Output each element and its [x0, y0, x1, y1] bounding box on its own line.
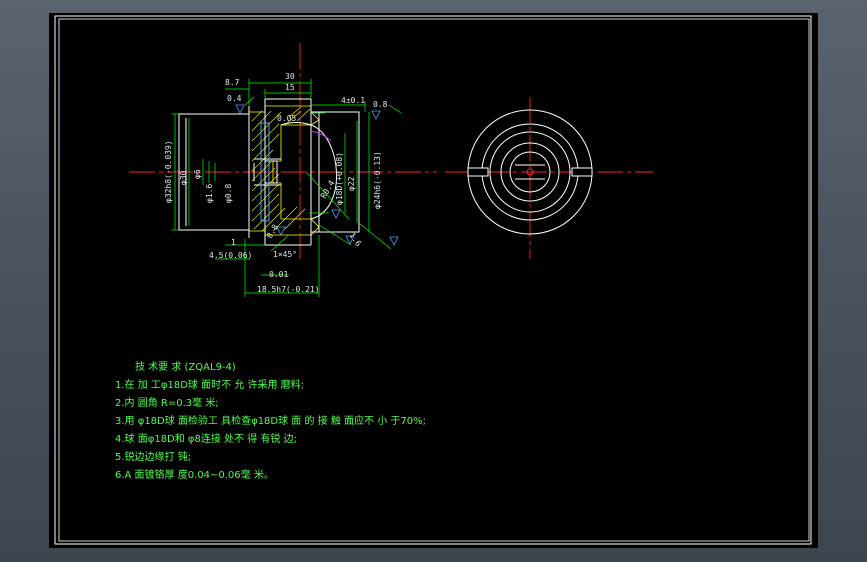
note-item-2: 2.内 圆角 R=0.3毫 米;: [115, 398, 219, 409]
hatch-region: [248, 105, 320, 236]
dim-top-small: 8.7: [225, 78, 240, 87]
note-item-6: 6.A 面镀铬厚 度0.04~0.06毫 米。: [115, 470, 274, 481]
dim-dia18: φ18D(+0.08): [335, 152, 344, 205]
dim-flat: 0.05: [277, 114, 296, 123]
note-item-5: 5.锐边边缘打 钝;: [115, 452, 192, 463]
dim-r18: 1.6: [347, 231, 363, 248]
dim-step: 4±0.1: [341, 96, 365, 105]
dim-dia08: φ0.8: [224, 184, 233, 203]
drawing-sheet: 30 15 8.7 4±0.1 0.4 0.8 0.05 φ32h8(-0.03…: [49, 13, 818, 548]
dim-dia6: φ6: [193, 169, 202, 179]
dim-left-step: 4.5(0.06): [209, 251, 252, 260]
dim-top-total: 30: [285, 72, 295, 81]
dim-one: 1: [231, 238, 236, 247]
dim-dia30: φ30: [179, 170, 188, 185]
dim-dia16: φ1.6: [205, 184, 214, 203]
note-item-4: 4.球 面φ18D和 φ8连接 处不 得 有锐 边;: [115, 434, 297, 445]
end-view: [445, 97, 653, 259]
dim-dia24: φ24h6(-0.13): [373, 151, 382, 209]
dim-flat2: 0.01: [269, 270, 288, 279]
dim-r04: R0.4: [319, 179, 337, 200]
dim-top-inner: 15: [285, 83, 295, 92]
notes-title: 技 术要 求 (ZQAL9-4): [135, 362, 236, 373]
dim-chamfer: 1×45°: [273, 250, 297, 259]
technical-requirements: 技 术要 求 (ZQAL9-4) 1.在 加 工φ18D球 面时不 允 许采用 …: [115, 359, 426, 485]
dim-dia22: φ22: [347, 176, 356, 191]
rough-left: 0.4: [227, 94, 242, 103]
dim-dia32: φ32h8(-0.039): [164, 140, 173, 203]
dim-length: 18.5h7(-0.21): [257, 285, 320, 294]
rough-right: 0.8: [373, 100, 388, 109]
note-item-1: 1.在 加 工φ18D球 面时不 允 许采用 磨料;: [115, 380, 305, 391]
note-item-3: 3.用 φ18D球 面检验工 具检查φ18D球 面 的 接 触 面应不 小 于7…: [115, 416, 426, 427]
